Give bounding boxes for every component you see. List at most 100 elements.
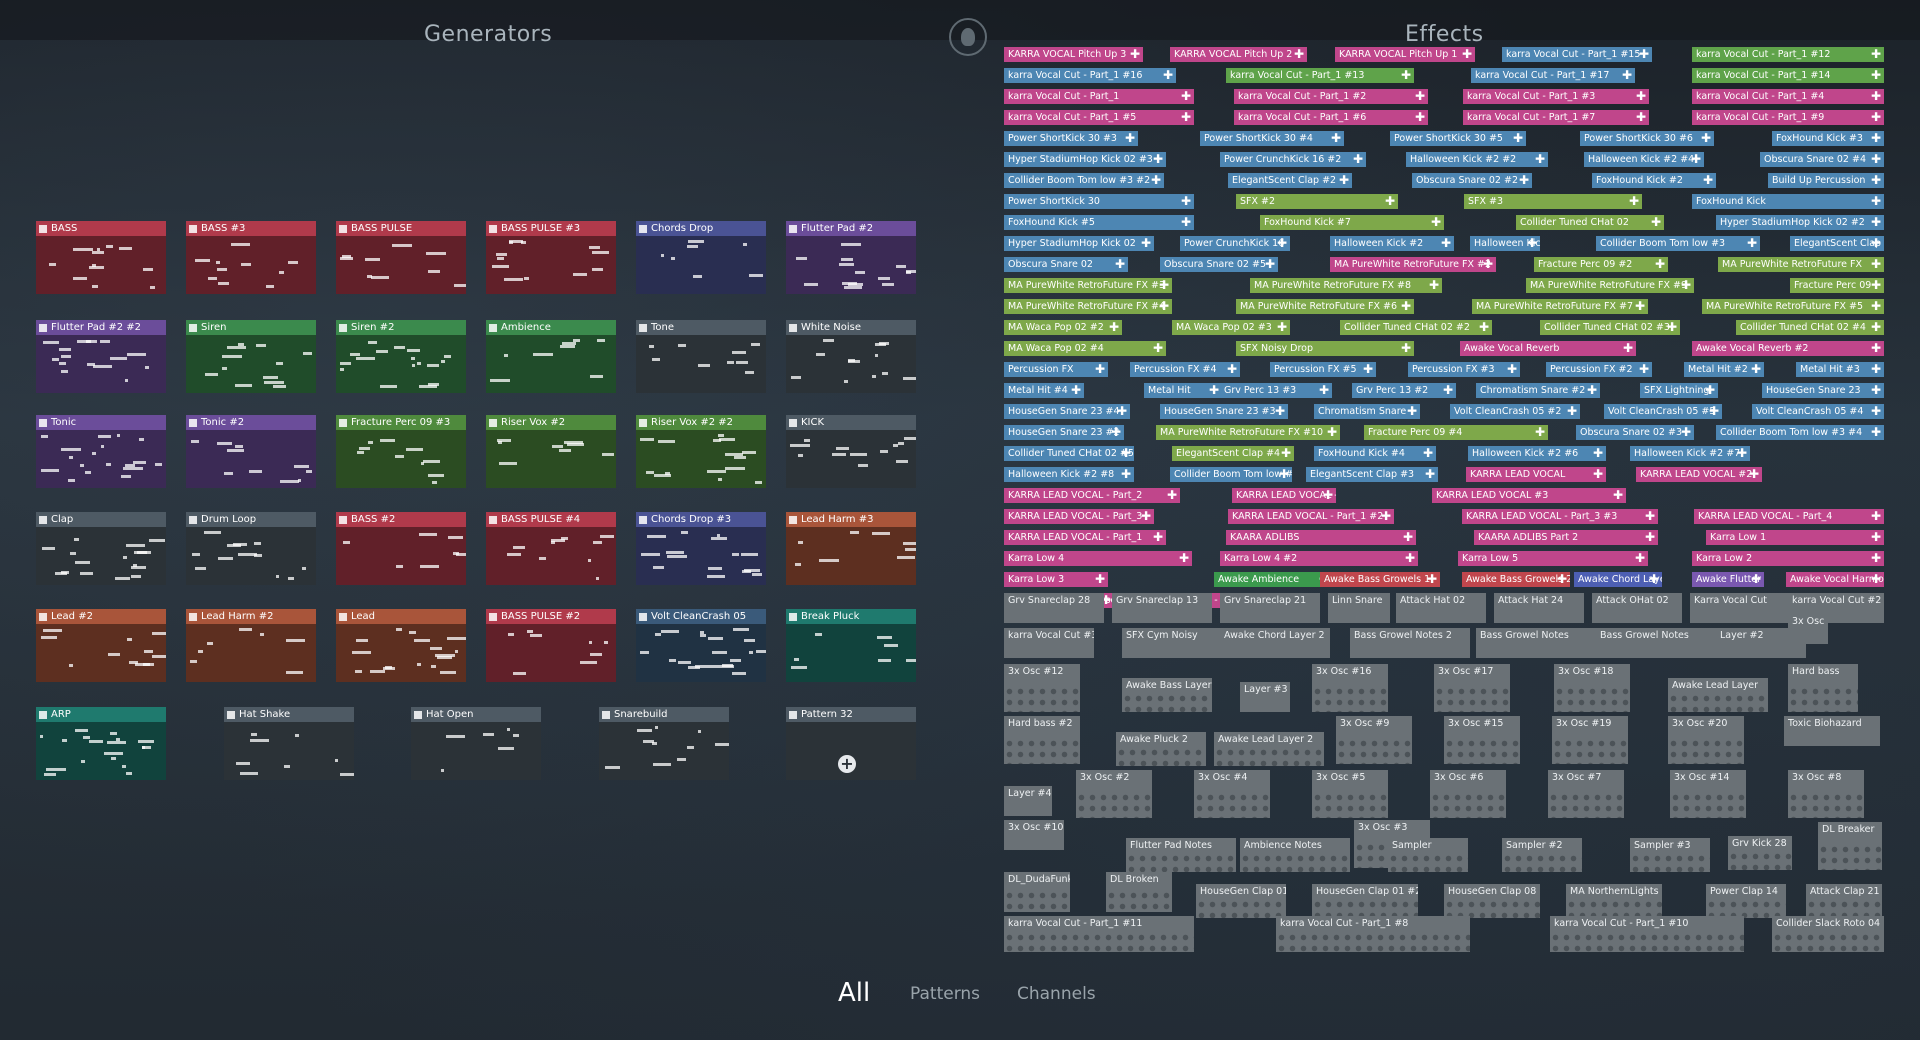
expand-plus-icon[interactable]: ✚ (1636, 89, 1646, 103)
expand-plus-icon[interactable]: ✚ (1331, 131, 1341, 145)
generator-tile-header[interactable]: BASS PULSE (336, 221, 466, 236)
instrument-block[interactable]: karra Vocal Cut #3 (1004, 628, 1094, 658)
effect-clip[interactable]: Metal Hit ✚ (1144, 383, 1222, 398)
generator-tile-header[interactable]: White Noise (786, 320, 916, 335)
effect-clip[interactable]: Karra Low 4 #2 ✚ (1220, 551, 1418, 566)
effect-clip[interactable]: Awake Ambience✚ (1214, 572, 1332, 587)
generator-tile[interactable]: Riser Vox #2 #2 (636, 415, 766, 488)
effect-clip[interactable]: Karra Low 3 ✚ (1004, 572, 1108, 587)
effect-clip[interactable]: KARRA LEAD VOCAL - Part_2 ✚ (1004, 488, 1180, 503)
instrument-block[interactable]: 3x Osc #10 (1004, 820, 1064, 850)
effect-clip[interactable]: karra Vocal Cut - Part_1 #4 ✚ (1692, 89, 1884, 104)
instrument-block[interactable]: 3x Osc #5 (1312, 770, 1388, 818)
expand-plus-icon[interactable]: ✚ (1141, 236, 1151, 250)
expand-plus-icon[interactable]: ✚ (1179, 551, 1189, 565)
effect-clip[interactable]: Power ShortKick 30 #4 ✚ (1200, 131, 1344, 146)
instrument-block[interactable]: karra Vocal Cut - Part_1 #10 (1550, 916, 1744, 952)
effect-clip[interactable]: MA PureWhite RetroFuture FX #4 ✚ (1004, 299, 1172, 314)
instrument-block[interactable]: HouseGen Clap 08 (1444, 884, 1540, 918)
expand-plus-icon[interactable]: ✚ (1159, 299, 1169, 313)
instrument-block[interactable]: Collider Slack Roto 04 (1772, 916, 1884, 952)
effect-clip[interactable]: KARRA VOCAL Pitch Up 3 ✚ (1004, 47, 1143, 62)
expand-plus-icon[interactable]: ✚ (1635, 299, 1645, 313)
effect-clip[interactable]: Fracture Perc 09 #4 ✚ (1364, 425, 1548, 440)
generator-tile[interactable]: Hat Shake (224, 707, 354, 780)
generator-tile[interactable]: Ambience (486, 320, 616, 393)
expand-plus-icon[interactable]: ✚ (1181, 194, 1191, 208)
effect-clip[interactable]: KARRA VOCAL Pitch Up 2 ✚ (1170, 47, 1307, 62)
expand-plus-icon[interactable]: ✚ (1636, 110, 1646, 124)
effect-clip[interactable]: Collider Boom Tom low #3 #3✚ (1170, 467, 1292, 482)
expand-plus-icon[interactable]: ✚ (1181, 89, 1191, 103)
expand-plus-icon[interactable]: ✚ (1871, 173, 1881, 187)
generator-tile-header[interactable]: Tonic #2 (186, 415, 316, 430)
instrument-block[interactable]: Grv Snareclap 21 (1220, 593, 1320, 623)
instrument-block[interactable]: Awake Lead Layer (1668, 678, 1768, 712)
instrument-block[interactable]: Ambience Notes (1240, 838, 1350, 872)
effect-clip[interactable]: Karra Low 2 ✚ (1692, 551, 1884, 566)
instrument-block[interactable]: SFX Cym Noisy (1122, 628, 1232, 658)
effect-clip[interactable]: MA Waca Pop 02 #3 ✚ (1172, 320, 1290, 335)
expand-plus-icon[interactable]: ✚ (1519, 173, 1529, 187)
generator-tile-header[interactable]: KICK (786, 415, 916, 430)
effect-clip[interactable]: SFX #3 ✚ (1464, 194, 1642, 209)
instrument-block[interactable]: 3x Osc #18 (1554, 664, 1630, 712)
effect-clip[interactable]: FoxHound Kick #5 ✚ (1004, 215, 1194, 230)
effect-clip[interactable]: Halloween Kick #2 #4 ✚ (1584, 152, 1704, 167)
instrument-block[interactable]: Hard bass (1788, 664, 1858, 712)
instrument-block[interactable]: MA NorthernLights Clap (1566, 884, 1662, 918)
generator-tile-header[interactable]: BASS #3 (186, 221, 316, 236)
expand-plus-icon[interactable]: ✚ (1681, 425, 1691, 439)
instrument-block[interactable]: Layer #3 (1240, 682, 1290, 712)
effect-clip[interactable]: Volt CleanCrash 05 #5 ✚ (1604, 404, 1722, 419)
effect-clip[interactable]: Metal Hit #4 ✚ (1004, 383, 1084, 398)
effect-clip[interactable]: Fracture Perc 09 ✚ (1790, 278, 1884, 293)
expand-plus-icon[interactable]: ✚ (1431, 215, 1441, 229)
expand-plus-icon[interactable]: ✚ (1567, 404, 1577, 418)
expand-plus-icon[interactable]: ✚ (1163, 68, 1173, 82)
generator-tile[interactable]: ARP (36, 707, 166, 780)
expand-plus-icon[interactable]: ✚ (1691, 152, 1701, 166)
expand-plus-icon[interactable]: ✚ (1871, 89, 1881, 103)
expand-plus-icon[interactable]: ✚ (1747, 236, 1757, 250)
expand-plus-icon[interactable]: ✚ (1401, 299, 1411, 313)
expand-plus-icon[interactable]: ✚ (1651, 215, 1661, 229)
expand-plus-icon[interactable]: ✚ (1871, 509, 1881, 523)
generator-tile[interactable]: Drum Loop (186, 512, 316, 585)
instrument-block[interactable]: 3x Osc #7 (1548, 770, 1624, 818)
expand-plus-icon[interactable]: ✚ (1425, 467, 1435, 481)
generator-tile[interactable]: Chords Drop #3 (636, 512, 766, 585)
instrument-block[interactable]: 3x Osc #15 (1444, 716, 1520, 764)
add-pattern-icon[interactable]: + (838, 755, 856, 773)
expand-plus-icon[interactable]: ✚ (1703, 173, 1713, 187)
instrument-block[interactable]: Grv Snareclap 28 (1004, 593, 1104, 623)
expand-plus-icon[interactable]: ✚ (1339, 173, 1349, 187)
expand-plus-icon[interactable]: ✚ (1415, 110, 1425, 124)
instrument-block[interactable]: Grv Snareclap 13 (1112, 593, 1212, 623)
expand-plus-icon[interactable]: ✚ (1385, 194, 1395, 208)
instrument-block[interactable]: Linn Snare (1328, 593, 1390, 623)
effect-clip[interactable]: ElegantScent Clap #4 ✚ (1172, 446, 1294, 461)
effect-clip[interactable]: FoxHound Kick #3 ✚ (1772, 131, 1884, 146)
effect-clip[interactable]: Power ShortKick 30 ✚ (1004, 194, 1194, 209)
instrument-block[interactable]: Awake Chord Layer 2 (1220, 628, 1330, 658)
expand-plus-icon[interactable]: ✚ (1109, 320, 1119, 334)
generator-tile[interactable]: BASS PULSE #3 (486, 221, 616, 294)
expand-plus-icon[interactable]: ✚ (1655, 257, 1665, 271)
expand-plus-icon[interactable]: ✚ (1319, 383, 1329, 397)
instrument-block[interactable]: 3x Osc #14 (1670, 770, 1746, 818)
expand-plus-icon[interactable]: ✚ (1479, 320, 1489, 334)
expand-plus-icon[interactable]: ✚ (1871, 320, 1881, 334)
expand-plus-icon[interactable]: ✚ (1871, 362, 1881, 376)
effect-clip[interactable]: karra Vocal Cut - Part_1 #14 ✚ (1692, 68, 1884, 83)
expand-plus-icon[interactable]: ✚ (1427, 572, 1437, 586)
instrument-block[interactable]: 3x Osc #9 (1336, 716, 1412, 764)
effect-clip[interactable]: HouseGen Snare 23 #3 ✚ (1160, 404, 1288, 419)
generator-tile-header[interactable]: Pattern 32 (786, 707, 916, 722)
instrument-block[interactable]: 3x Osc #4 (1194, 770, 1270, 818)
effect-clip[interactable]: Awake Vocal Harmony✚ (1786, 572, 1884, 587)
generator-tile[interactable]: BASS PULSE #4 (486, 512, 616, 585)
expand-plus-icon[interactable]: ✚ (1181, 110, 1191, 124)
generator-tile-header[interactable]: Lead Harm #2 (186, 609, 316, 624)
effect-clip[interactable]: Awake Flutter Pad✚ (1692, 572, 1764, 587)
